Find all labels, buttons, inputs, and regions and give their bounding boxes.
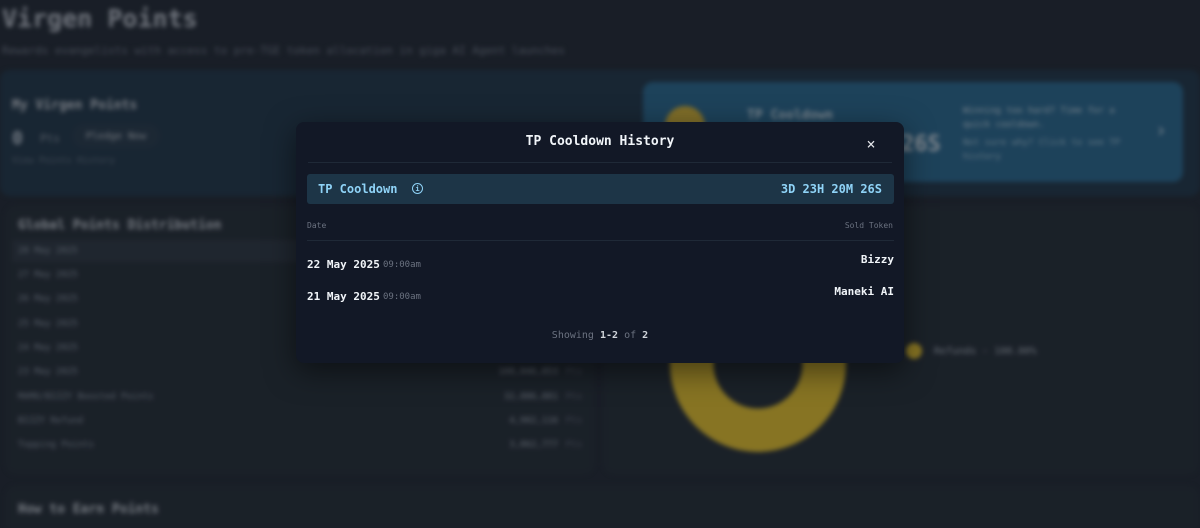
row-time: 09:00am <box>383 292 421 302</box>
row-date: 21 May 2025 <box>307 290 380 303</box>
column-header-sold-token: Sold Token <box>844 221 893 230</box>
divider <box>308 162 892 163</box>
pager-total: 2 <box>642 330 649 341</box>
close-icon[interactable]: × <box>860 133 882 155</box>
modal-title: TP Cooldown History <box>525 134 675 149</box>
pager-range: 1-2 <box>599 330 619 341</box>
tp-cooldown-banner: TP Cooldown i 3D 23H 20M 26S <box>307 174 894 204</box>
table-row: 21 May 2025 09:00am Maneki AI <box>307 280 894 303</box>
table-row: 22 May 2025 09:00am Bizzy <box>307 248 894 271</box>
pager-prefix: Showing <box>551 330 594 341</box>
cooldown-label: TP Cooldown <box>318 182 398 196</box>
cooldown-timer: 3D 23H 20M 26S <box>780 182 882 196</box>
column-header-date: Date <box>307 221 327 230</box>
row-time: 09:00am <box>383 260 421 270</box>
tp-cooldown-history-modal: TP Cooldown History × TP Cooldown i 3D 2… <box>296 122 904 363</box>
row-date: 22 May 2025 <box>307 258 380 271</box>
row-sold-token: Bizzy <box>860 253 894 266</box>
info-icon[interactable]: i <box>412 183 423 194</box>
pager-of: of <box>624 330 637 341</box>
pagination-summary: Showing 1-2 of 2 <box>296 330 904 341</box>
row-sold-token: Maneki AI <box>834 285 894 298</box>
divider <box>307 240 894 241</box>
